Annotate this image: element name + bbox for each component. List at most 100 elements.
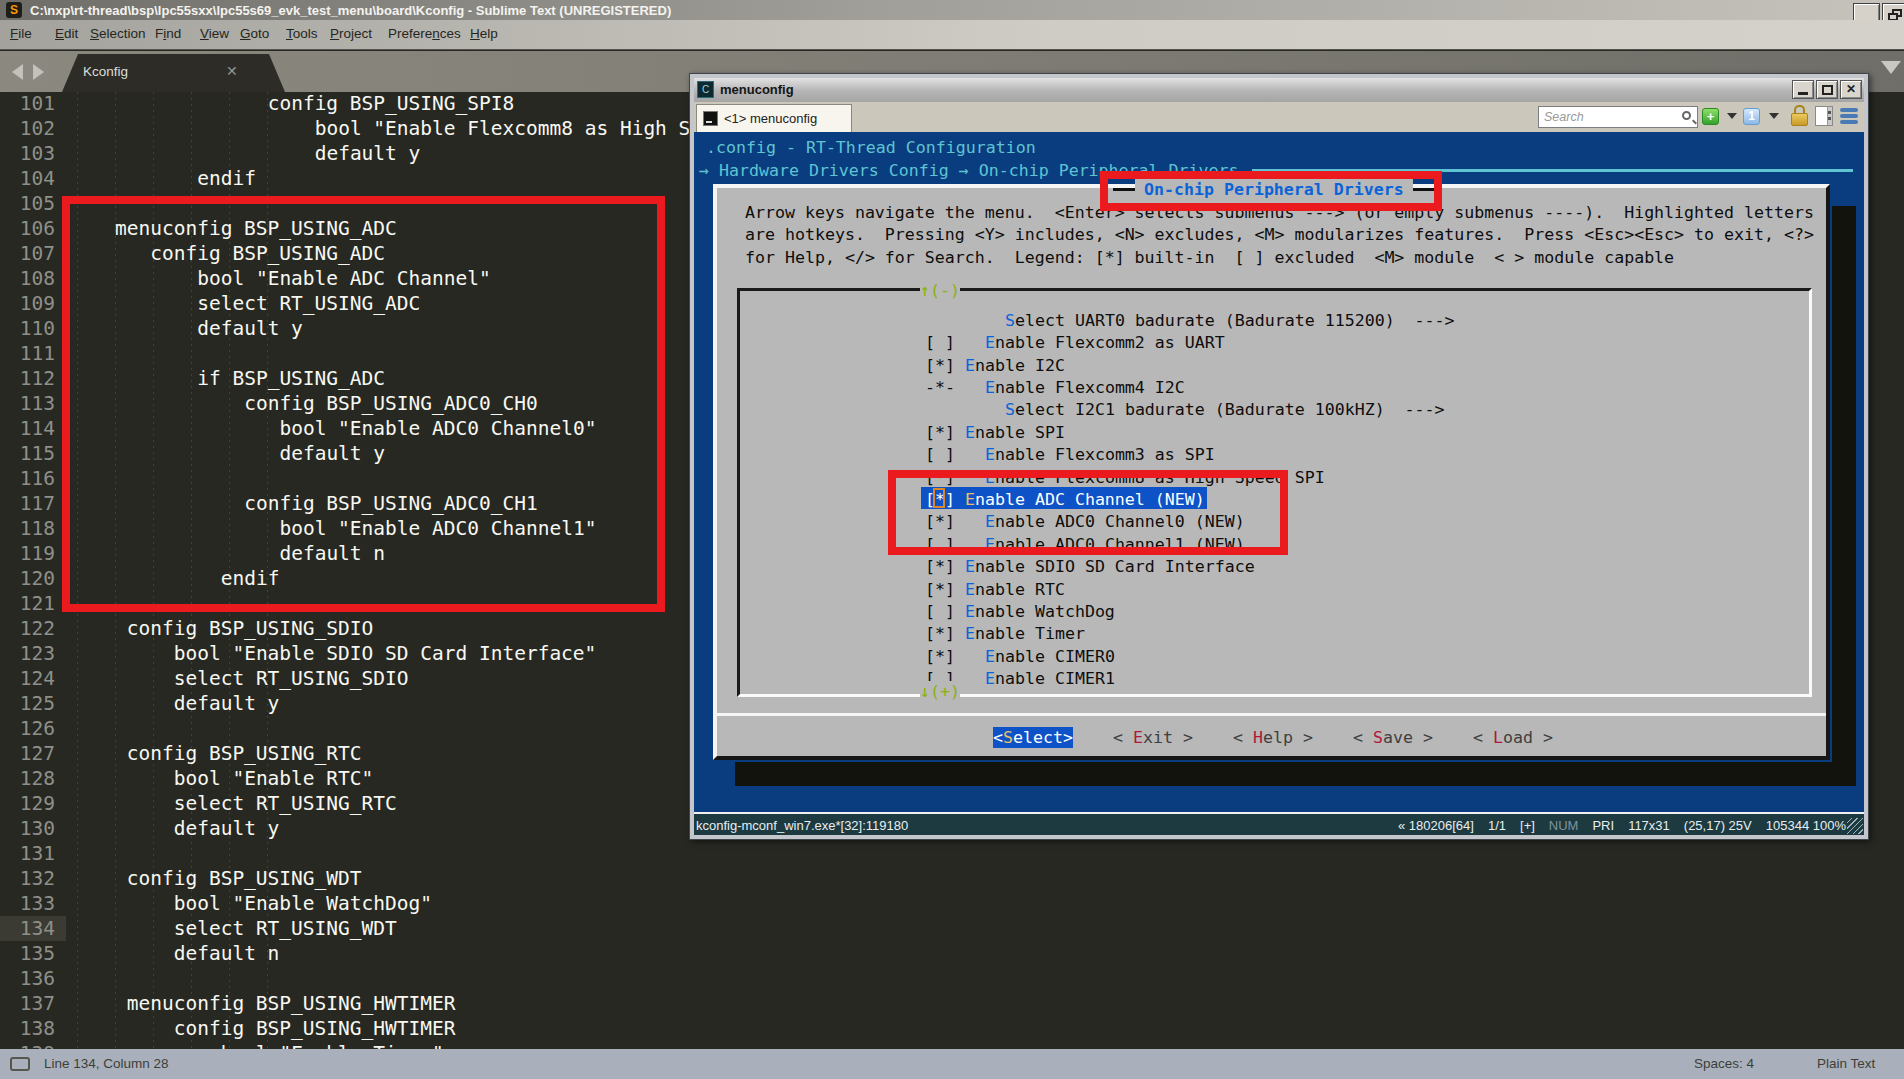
menu-item-label[interactable]: Enable Timer bbox=[965, 623, 1085, 644]
menu-item-label[interactable]: Enable WatchDog bbox=[965, 601, 1115, 622]
line-number: 114 bbox=[0, 416, 55, 441]
mconf-button-help[interactable]: < Help > bbox=[1233, 727, 1313, 748]
line-number: 130 bbox=[0, 816, 55, 841]
console-list-dropdown-icon[interactable] bbox=[1769, 113, 1779, 119]
dialog-shadow-right bbox=[1832, 206, 1856, 786]
menu-help[interactable]: Help bbox=[470, 26, 498, 41]
code-line: bool "Enable WatchDog" bbox=[174, 891, 432, 916]
conemu-title: menuconfig bbox=[720, 82, 794, 97]
panes-icon[interactable] bbox=[1815, 106, 1833, 126]
status-field: 117x31 bbox=[1628, 818, 1670, 833]
code-line: config BSP_USING_RTC bbox=[127, 741, 362, 766]
conemu-statusbar: kconfig-mconf_win7.exe*[32]:119180 « 180… bbox=[694, 812, 1864, 835]
mconf-button-select[interactable]: <Select> bbox=[993, 727, 1073, 748]
cursor-position[interactable]: Line 134, Column 28 bbox=[44, 1056, 169, 1071]
code-line: select RT_USING_WDT bbox=[174, 916, 397, 941]
menu-item-label[interactable]: Enable I2C bbox=[965, 355, 1065, 376]
menu-file[interactable]: File bbox=[10, 26, 32, 41]
menu-preferences[interactable]: Preferences bbox=[388, 26, 461, 41]
scroll-down-indicator: ↓(+) bbox=[920, 681, 960, 702]
line-number: 119 bbox=[0, 541, 55, 566]
conemu-close-button[interactable]: ✕ bbox=[1840, 80, 1862, 99]
tab-scroll-left-icon[interactable] bbox=[12, 64, 23, 80]
tab-scroll-arrows[interactable] bbox=[12, 64, 44, 84]
line-number: 134 bbox=[0, 916, 55, 941]
line-number: 136 bbox=[0, 966, 55, 991]
new-console-button[interactable]: + bbox=[1702, 108, 1719, 125]
line-number: 106 bbox=[0, 216, 55, 241]
new-console-dropdown-icon[interactable] bbox=[1727, 113, 1737, 119]
conemu-minimize-button[interactable] bbox=[1792, 80, 1814, 99]
dialog-shadow-bottom bbox=[735, 762, 1856, 786]
menu-item-label[interactable]: Enable SDIO SD Card Interface bbox=[965, 556, 1255, 577]
menu-selection[interactable]: Selection bbox=[90, 26, 146, 41]
line-number: 128 bbox=[0, 766, 55, 791]
menu-item-label[interactable]: Select I2C1 badurate (Badurate 100kHZ) -… bbox=[1005, 399, 1445, 420]
line-number: 121 bbox=[0, 591, 55, 616]
menu-item-label[interactable]: Enable CIMER1 bbox=[985, 668, 1115, 689]
menu-edit[interactable]: Edit bbox=[55, 26, 78, 41]
menu-item-label[interactable]: Enable Flexcomm2 as UART bbox=[985, 332, 1225, 353]
search-icon bbox=[1682, 111, 1691, 120]
code-line: default y bbox=[315, 141, 421, 166]
status-field: 105344 100% bbox=[1766, 818, 1846, 833]
tab-scroll-right-icon[interactable] bbox=[33, 64, 44, 80]
tab-kconfig[interactable]: Kconfig ✕ bbox=[62, 54, 285, 92]
line-number: 118 bbox=[0, 516, 55, 541]
search-box[interactable]: Search bbox=[1538, 106, 1698, 128]
menu-project[interactable]: Project bbox=[330, 26, 372, 41]
line-number: 116 bbox=[0, 466, 55, 491]
indent-setting[interactable]: Spaces: 4 bbox=[1694, 1056, 1754, 1071]
status-field: NUM bbox=[1549, 818, 1579, 833]
mconf-button-save[interactable]: < Save > bbox=[1353, 727, 1433, 748]
mconf-backtitle: .config - RT-Thread Configuration bbox=[706, 137, 1036, 158]
line-number: 104 bbox=[0, 166, 55, 191]
line-number: 127 bbox=[0, 741, 55, 766]
menu-item-label[interactable]: Select UART0 badurate (Badurate 115200) … bbox=[1005, 310, 1455, 331]
vintage-mode-icon[interactable] bbox=[10, 1057, 30, 1071]
line-number: 122 bbox=[0, 616, 55, 641]
conemu-tab[interactable]: <1> menuconfig bbox=[696, 104, 852, 133]
tab-close-icon[interactable]: ✕ bbox=[226, 63, 238, 79]
menu-item-label[interactable]: Enable Flexcomm4 I2C bbox=[985, 377, 1185, 398]
status-field: [+] bbox=[1520, 818, 1535, 833]
code-line: select RT_USING_SDIO bbox=[174, 666, 409, 691]
annotation-rect-1 bbox=[62, 196, 665, 612]
menu-item-label[interactable]: Enable SPI bbox=[965, 422, 1065, 443]
conemu-titlebar[interactable]: C menuconfig ✕ bbox=[694, 78, 1864, 102]
menu-find[interactable]: Find bbox=[155, 26, 181, 41]
item-checkbox: [*] bbox=[925, 579, 955, 600]
search-placeholder: Search bbox=[1544, 110, 1584, 124]
mconf-button-exit[interactable]: < Exit > bbox=[1113, 727, 1193, 748]
menu-view[interactable]: View bbox=[200, 26, 229, 41]
line-number: 138 bbox=[0, 1016, 55, 1041]
mconf-button-load[interactable]: < Load > bbox=[1473, 727, 1553, 748]
active-console-button[interactable]: 1 bbox=[1743, 108, 1760, 125]
conemu-maximize-button[interactable] bbox=[1816, 80, 1838, 99]
line-number: 133 bbox=[0, 891, 55, 916]
menu-goto[interactable]: Goto bbox=[240, 26, 269, 41]
item-checkbox: -*- bbox=[925, 377, 955, 398]
line-number: 115 bbox=[0, 441, 55, 466]
line-number: 111 bbox=[0, 341, 55, 366]
scroll-up-indicator: ↑(-) bbox=[920, 280, 960, 301]
item-checkbox: [*] bbox=[925, 556, 955, 577]
item-checkbox: [*] bbox=[925, 623, 955, 644]
menu-item-label[interactable]: Enable Flexcomm3 as SPI bbox=[985, 444, 1215, 465]
menu-item-label[interactable]: Enable CIMER0 bbox=[985, 646, 1115, 667]
line-number: 102 bbox=[0, 116, 55, 141]
status-field: PRI bbox=[1592, 818, 1614, 833]
menu-icon[interactable] bbox=[1840, 107, 1858, 124]
line-number: 131 bbox=[0, 841, 55, 866]
annotation-rect-2 bbox=[1100, 171, 1442, 211]
syntax-setting[interactable]: Plain Text bbox=[1817, 1056, 1875, 1071]
line-number: 117 bbox=[0, 491, 55, 516]
code-line: config BSP_USING_HWTIMER bbox=[174, 1016, 456, 1041]
line-number: 124 bbox=[0, 666, 55, 691]
line-number: 135 bbox=[0, 941, 55, 966]
resize-grip[interactable] bbox=[1847, 818, 1863, 834]
lock-icon[interactable] bbox=[1790, 105, 1809, 127]
menu-item-label[interactable]: Enable RTC bbox=[965, 579, 1065, 600]
tab-overflow-icon[interactable] bbox=[1881, 61, 1901, 74]
menu-tools[interactable]: Tools bbox=[286, 26, 318, 41]
